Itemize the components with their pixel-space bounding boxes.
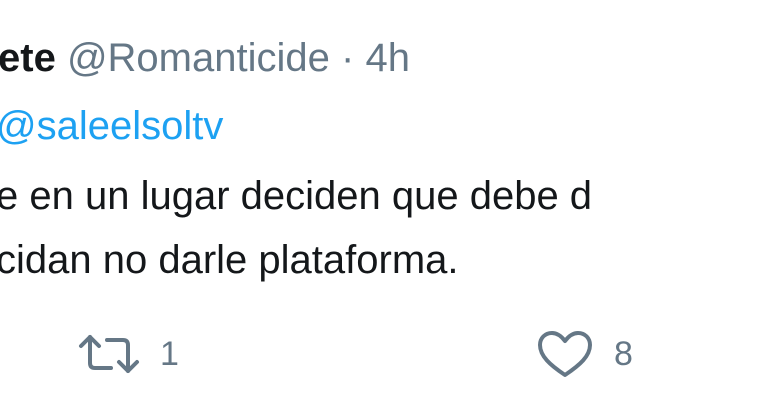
tweet-body-line-1: e en un lugar deciden que debe d — [0, 174, 593, 218]
retweet-count: 1 — [160, 335, 179, 373]
separator-dot: · — [341, 36, 355, 80]
like-count: 8 — [614, 335, 633, 373]
retweet-icon — [78, 332, 140, 376]
like-button[interactable]: 8 — [536, 326, 633, 382]
tweet-timestamp[interactable]: 4h — [365, 36, 410, 80]
reply-mention-link[interactable]: @saleelsoltv — [0, 104, 223, 148]
tweet-header: ete @Romanticide · 4h — [0, 32, 410, 84]
retweet-button[interactable]: 1 — [78, 326, 179, 382]
author-name[interactable]: ete — [0, 36, 56, 80]
tweet-card: ete @Romanticide · 4h @saleelsoltv e en … — [0, 0, 768, 400]
author-handle[interactable]: @Romanticide — [67, 36, 330, 80]
heart-icon — [536, 329, 594, 379]
reply-mention-line: @saleelsoltv — [0, 100, 223, 152]
tweet-body-line-2: cidan no darle plataforma. — [0, 238, 459, 282]
